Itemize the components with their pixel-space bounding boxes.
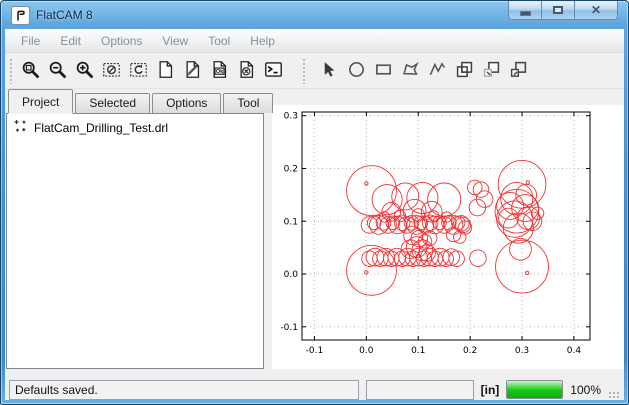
toolbar-drag-handle[interactable] — [8, 58, 15, 84]
shell-button[interactable] — [260, 57, 287, 84]
plot-canvas[interactable]: -0.1 0.0 0.1 0.2 0.3 0.4 -0.1 0.0 0.1 0.2 0.3 — [272, 105, 624, 369]
flatcam-logo-icon — [11, 6, 30, 25]
svg-text:0.1: 0.1 — [411, 346, 425, 356]
main-area: ProjectSelectedOptionsTool FlatCam_Drill… — [5, 89, 624, 375]
resize-grip-icon[interactable] — [608, 391, 620, 400]
zoom-in-button[interactable] — [71, 57, 98, 84]
tab-options[interactable]: Options — [152, 93, 221, 113]
shell-icon — [264, 60, 283, 82]
draw-path-button[interactable] — [424, 57, 451, 84]
file-cancel-icon — [237, 60, 256, 82]
draw-polygon-button[interactable] — [397, 57, 424, 84]
new-file-button[interactable] — [152, 57, 179, 84]
close-icon: ✕ — [591, 3, 601, 17]
zoom-in-icon — [75, 60, 94, 82]
menu-help[interactable]: Help — [240, 31, 285, 51]
titlebar[interactable]: FlatCAM 8 ✕ — [1, 1, 628, 29]
svg-text:0.0: 0.0 — [284, 270, 299, 280]
draw-rectangle-button[interactable] — [370, 57, 397, 84]
ok-file-button[interactable]: Ok — [206, 57, 233, 84]
new-file-icon — [156, 60, 175, 82]
project-tree-panel[interactable]: FlatCam_Drilling_Test.drl — [6, 113, 264, 369]
minimize-icon — [520, 11, 531, 16]
progress-bar — [506, 380, 563, 399]
replot-button[interactable] — [125, 57, 152, 84]
toolbar-drag-handle[interactable] — [301, 58, 308, 84]
tab-selected[interactable]: Selected — [75, 93, 150, 113]
cursor-arrow-icon — [320, 60, 339, 82]
tree-item-label: FlatCam_Drilling_Test.drl — [34, 121, 168, 135]
clear-plot-button[interactable] — [98, 57, 125, 84]
circle-tool-icon — [347, 60, 366, 82]
window-controls: ✕ — [509, 1, 618, 20]
drill-file-icon — [13, 119, 28, 137]
menu-file[interactable]: File — [11, 31, 50, 51]
plot-panel: -0.1 0.0 0.1 0.2 0.3 0.4 -0.1 0.0 0.1 0.2 0.3 — [272, 105, 624, 369]
svg-text:Ok: Ok — [216, 69, 224, 75]
menu-view[interactable]: View — [152, 31, 198, 51]
polygon-union-button[interactable] — [451, 57, 478, 84]
zoom-out-icon — [48, 60, 67, 82]
tab-tool[interactable]: Tool — [223, 93, 273, 113]
menu-tool[interactable]: Tool — [198, 31, 240, 51]
zoom-fit-icon — [21, 60, 40, 82]
svg-text:-0.1: -0.1 — [306, 346, 324, 356]
file-pencil-icon — [183, 60, 202, 82]
status-bar: Defaults saved. [in] 100% — [5, 376, 624, 400]
replot-icon — [129, 60, 148, 82]
editor-toolbar — [316, 57, 532, 84]
svg-text:-0.1: -0.1 — [280, 323, 298, 333]
union-icon — [455, 60, 474, 82]
clear-plot-icon — [102, 60, 121, 82]
svg-text:0.2: 0.2 — [463, 346, 477, 356]
tab-bar: ProjectSelectedOptionsTool — [8, 91, 275, 113]
svg-text:0.4: 0.4 — [567, 346, 582, 356]
menu-edit[interactable]: Edit — [50, 31, 91, 51]
polygon-move-button[interactable] — [505, 57, 532, 84]
units-label: [in] — [481, 383, 500, 397]
svg-text:0.1: 0.1 — [284, 217, 298, 227]
svg-text:0.3: 0.3 — [515, 346, 529, 356]
edit-file-button[interactable] — [179, 57, 206, 84]
select-button[interactable] — [316, 57, 343, 84]
menu-bar: FileEditOptionsViewToolHelp — [5, 29, 624, 53]
progress-fill — [507, 381, 562, 398]
toolbar-row: Ok — [5, 53, 624, 89]
close-button[interactable]: ✕ — [574, 1, 618, 20]
file-ok-icon: Ok — [210, 60, 229, 82]
progress-percent-label: 100% — [570, 383, 601, 397]
polygon-copy-button[interactable] — [478, 57, 505, 84]
svg-text:0.3: 0.3 — [284, 112, 298, 122]
draw-circle-button[interactable] — [343, 57, 370, 84]
polyline-tool-icon — [428, 60, 447, 82]
status-message: Defaults saved. — [15, 383, 98, 397]
client-area: FileEditOptionsViewToolHelp Ok ProjectSe… — [5, 29, 624, 400]
svg-text:0.0: 0.0 — [359, 346, 374, 356]
cancel-file-button[interactable] — [233, 57, 260, 84]
move-shape-icon — [509, 60, 528, 82]
copy-shape-icon — [482, 60, 501, 82]
rectangle-tool-icon — [374, 60, 393, 82]
maximize-button[interactable] — [541, 1, 575, 20]
maximize-icon — [553, 6, 563, 14]
window-title: FlatCAM 8 — [36, 8, 93, 22]
zoom-out-button[interactable] — [44, 57, 71, 84]
zoom-fit-button[interactable] — [17, 57, 44, 84]
status-message-field: Defaults saved. — [9, 380, 359, 400]
app-window: FlatCAM 8 ✕ FileEditOptionsViewToolHelp … — [0, 0, 629, 405]
tree-item[interactable]: FlatCam_Drilling_Test.drl — [7, 114, 263, 139]
svg-text:0.2: 0.2 — [284, 164, 298, 174]
main-toolbar: Ok — [17, 57, 287, 84]
tab-project[interactable]: Project — [8, 89, 73, 113]
minimize-button[interactable] — [508, 1, 542, 20]
status-secondary-field — [366, 380, 474, 400]
menu-options[interactable]: Options — [91, 31, 152, 51]
polygon-tool-icon — [401, 60, 420, 82]
